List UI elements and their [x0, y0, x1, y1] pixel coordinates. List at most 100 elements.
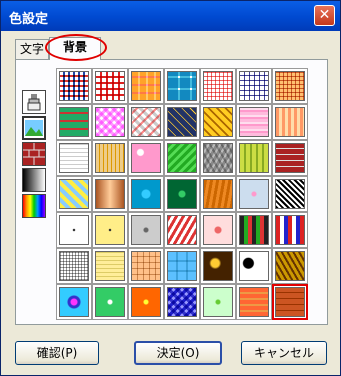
pattern-swatch[interactable]	[128, 104, 164, 140]
pattern-swatch[interactable]	[200, 284, 236, 320]
pattern-swatch-fill	[167, 179, 197, 209]
pattern-swatch-fill	[59, 287, 89, 317]
pattern-swatch[interactable]	[236, 284, 272, 320]
pattern-swatch[interactable]	[272, 176, 308, 212]
background-panel	[15, 59, 328, 325]
pattern-swatch-fill	[275, 71, 305, 101]
ok-button-label: 決定(O)	[156, 346, 200, 360]
pattern-swatch[interactable]	[272, 212, 308, 248]
pattern-swatch[interactable]	[272, 248, 308, 284]
pattern-swatch-fill	[239, 143, 269, 173]
pattern-swatch[interactable]	[200, 140, 236, 176]
pattern-swatch-fill	[95, 215, 125, 245]
pattern-swatch-fill	[275, 251, 305, 281]
pattern-swatch[interactable]	[200, 176, 236, 212]
pattern-swatch-fill	[203, 287, 233, 317]
pattern-swatch-fill	[131, 251, 161, 281]
pattern-swatch-fill	[167, 251, 197, 281]
pattern-swatch[interactable]	[92, 68, 128, 104]
category-brush-button[interactable]	[22, 90, 46, 114]
pattern-swatch-fill	[239, 107, 269, 137]
pattern-swatch[interactable]	[56, 284, 92, 320]
pattern-swatch[interactable]	[56, 104, 92, 140]
pattern-swatch[interactable]	[164, 68, 200, 104]
pattern-swatch[interactable]	[128, 68, 164, 104]
pattern-swatch[interactable]	[236, 248, 272, 284]
pattern-swatch-fill	[275, 287, 305, 317]
pattern-swatch-fill	[275, 143, 305, 173]
pattern-swatch-fill	[131, 287, 161, 317]
pattern-swatch-fill	[131, 71, 161, 101]
pattern-swatch-fill	[131, 107, 161, 137]
pattern-swatch[interactable]	[56, 212, 92, 248]
pattern-swatch-fill	[239, 215, 269, 245]
pattern-swatch[interactable]	[200, 104, 236, 140]
pattern-swatch[interactable]	[128, 212, 164, 248]
pattern-swatch[interactable]	[272, 140, 308, 176]
pattern-swatch[interactable]	[56, 176, 92, 212]
pattern-swatch[interactable]	[272, 284, 308, 320]
tab-text[interactable]: 文字	[15, 39, 49, 59]
category-rainbow-button[interactable]	[22, 194, 46, 218]
pattern-swatch[interactable]	[92, 140, 128, 176]
close-button[interactable]: ✕	[314, 5, 335, 26]
pattern-swatch-fill	[131, 179, 161, 209]
pattern-swatch-fill	[59, 71, 89, 101]
pattern-swatch[interactable]	[128, 248, 164, 284]
pattern-swatch[interactable]	[200, 212, 236, 248]
pattern-swatch[interactable]	[92, 248, 128, 284]
pattern-swatch[interactable]	[272, 68, 308, 104]
confirm-button-label: 確認(P)	[36, 346, 78, 360]
pattern-swatch[interactable]	[236, 212, 272, 248]
pattern-swatch-fill	[95, 107, 125, 137]
pattern-swatch[interactable]	[56, 140, 92, 176]
pattern-swatch[interactable]	[164, 248, 200, 284]
pattern-grid	[56, 68, 308, 320]
pattern-swatch[interactable]	[272, 104, 308, 140]
pattern-swatch-fill	[167, 143, 197, 173]
ok-button[interactable]: 決定(O)	[134, 341, 222, 365]
pattern-swatch[interactable]	[164, 104, 200, 140]
pattern-swatch[interactable]	[128, 176, 164, 212]
pattern-swatch[interactable]	[92, 284, 128, 320]
pattern-swatch[interactable]	[128, 140, 164, 176]
pattern-swatch[interactable]	[200, 248, 236, 284]
pattern-swatch-fill	[239, 179, 269, 209]
brush-icon	[27, 94, 41, 111]
pattern-swatch-fill	[275, 179, 305, 209]
pattern-swatch[interactable]	[92, 176, 128, 212]
pattern-swatch-fill	[95, 179, 125, 209]
pattern-swatch[interactable]	[92, 104, 128, 140]
pattern-swatch-fill	[239, 251, 269, 281]
confirm-button[interactable]: 確認(P)	[15, 341, 99, 365]
rainbow-icon	[23, 195, 45, 217]
pattern-swatch[interactable]	[128, 284, 164, 320]
pattern-swatch[interactable]	[164, 176, 200, 212]
title-bar[interactable]: 色設定 ✕	[1, 1, 340, 31]
category-picture-button[interactable]	[22, 116, 46, 140]
pattern-swatch[interactable]	[236, 140, 272, 176]
pattern-swatch-fill	[95, 251, 125, 281]
pattern-swatch-fill	[59, 107, 89, 137]
pattern-swatch-fill	[203, 179, 233, 209]
pattern-swatch-fill	[275, 107, 305, 137]
pattern-swatch-fill	[59, 251, 89, 281]
cancel-button[interactable]: キャンセル	[241, 341, 327, 365]
pattern-swatch-fill	[203, 215, 233, 245]
pattern-swatch[interactable]	[236, 104, 272, 140]
pattern-swatch[interactable]	[92, 212, 128, 248]
pattern-swatch[interactable]	[164, 284, 200, 320]
pattern-swatch-fill	[59, 179, 89, 209]
pattern-swatch-fill	[239, 71, 269, 101]
pattern-swatch[interactable]	[164, 212, 200, 248]
pattern-swatch-fill	[203, 107, 233, 137]
pattern-swatch[interactable]	[56, 68, 92, 104]
category-gradient-button[interactable]	[22, 168, 46, 192]
pattern-swatch[interactable]	[164, 140, 200, 176]
pattern-swatch[interactable]	[236, 68, 272, 104]
pattern-swatch[interactable]	[200, 68, 236, 104]
pattern-swatch[interactable]	[56, 248, 92, 284]
highlight-circle	[45, 34, 107, 61]
category-brick-button[interactable]	[22, 142, 46, 166]
pattern-swatch[interactable]	[236, 176, 272, 212]
